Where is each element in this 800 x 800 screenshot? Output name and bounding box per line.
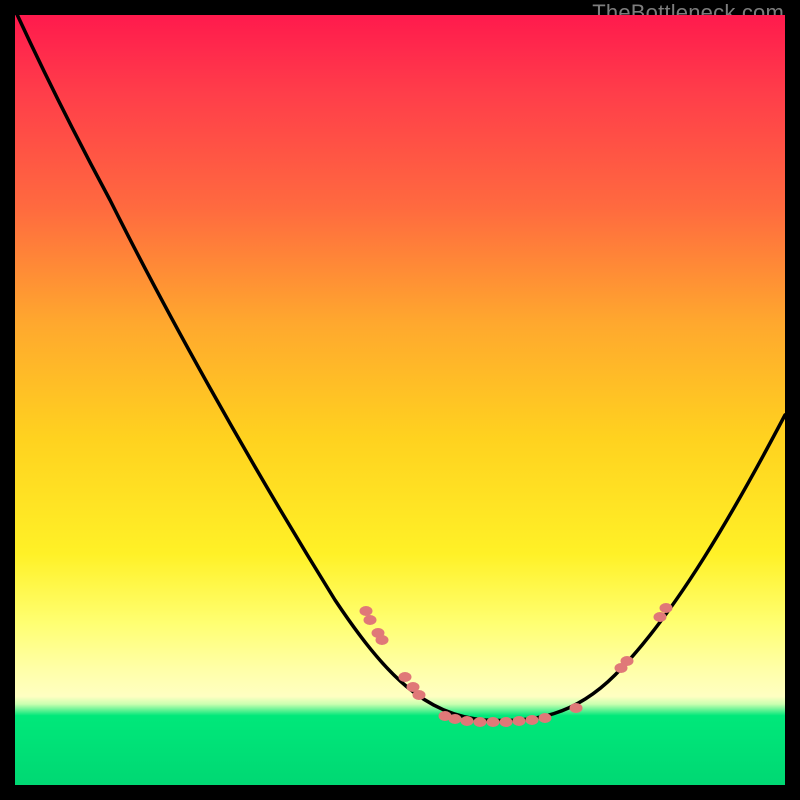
curve-marker bbox=[570, 703, 583, 713]
curve-marker bbox=[526, 715, 539, 725]
curve-marker bbox=[513, 716, 526, 726]
curve-markers bbox=[360, 603, 673, 727]
curve-marker bbox=[621, 656, 634, 666]
curve-marker bbox=[487, 717, 500, 727]
curve-marker bbox=[364, 615, 377, 625]
curve-line bbox=[15, 15, 785, 721]
curve-marker bbox=[500, 717, 513, 727]
curve-marker bbox=[539, 713, 552, 723]
curve-marker bbox=[660, 603, 673, 613]
curve-marker bbox=[474, 717, 487, 727]
curve-marker bbox=[449, 714, 462, 724]
chart-plot-area bbox=[15, 15, 785, 785]
curve-marker bbox=[399, 672, 412, 682]
curve-marker bbox=[654, 612, 667, 622]
curve-marker bbox=[413, 690, 426, 700]
curve-marker bbox=[360, 606, 373, 616]
curve-marker bbox=[376, 635, 389, 645]
curve-marker bbox=[461, 716, 474, 726]
chart-svg bbox=[15, 15, 785, 785]
